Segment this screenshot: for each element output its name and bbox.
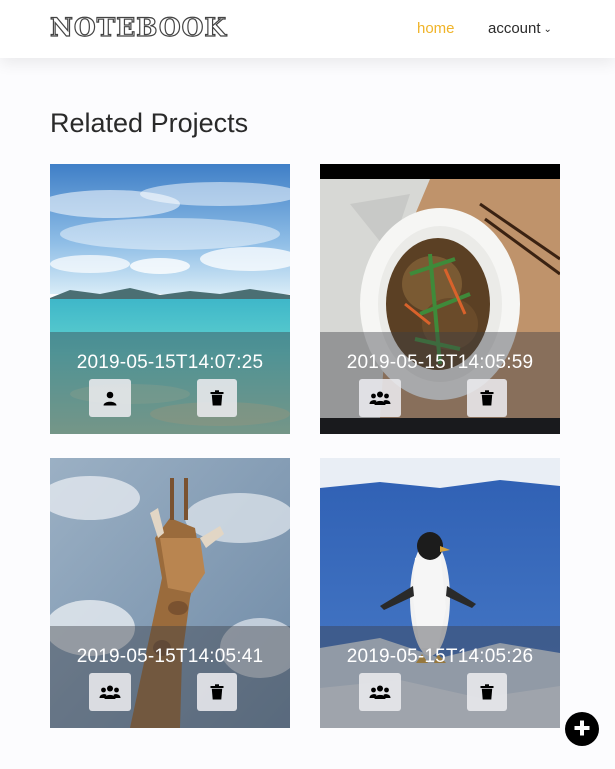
group-icon xyxy=(369,684,391,700)
card-overlay: 2019-05-15T14:05:26 xyxy=(320,626,560,728)
project-card[interactable]: 2019-05-15T14:05:59 xyxy=(320,164,560,434)
project-card[interactable]: 2019-05-15T14:05:26 xyxy=(320,458,560,728)
share-button[interactable] xyxy=(359,379,401,417)
delete-button[interactable] xyxy=(197,379,237,417)
logo[interactable]: NOTEBOOK xyxy=(49,12,227,42)
card-overlay: 2019-05-15T14:05:41 xyxy=(50,626,290,728)
nav-account-dropdown[interactable]: account ⌄ xyxy=(488,20,552,37)
share-button[interactable] xyxy=(89,379,131,417)
project-timestamp: 2019-05-15T14:05:26 xyxy=(346,646,534,667)
project-timestamp: 2019-05-15T14:07:25 xyxy=(76,352,264,373)
plus-icon xyxy=(573,719,591,740)
navbar: NOTEBOOK home account ⌄ xyxy=(0,0,615,58)
group-icon xyxy=(369,390,391,406)
trash-icon xyxy=(210,684,224,700)
project-timestamp: 2019-05-15T14:05:59 xyxy=(346,352,534,373)
group-icon xyxy=(99,684,121,700)
add-project-button[interactable] xyxy=(565,712,599,746)
share-button[interactable] xyxy=(359,673,401,711)
card-overlay: 2019-05-15T14:07:25 xyxy=(50,332,290,434)
project-card[interactable]: 2019-05-15T14:05:41 xyxy=(50,458,290,728)
delete-button[interactable] xyxy=(467,673,507,711)
trash-icon xyxy=(480,390,494,406)
nav-account-label: account xyxy=(488,20,541,37)
person-icon xyxy=(102,390,118,406)
delete-button[interactable] xyxy=(467,379,507,417)
trash-icon xyxy=(210,390,224,406)
chevron-down-icon: ⌄ xyxy=(543,24,552,35)
page-title: Related Projects xyxy=(50,108,249,138)
share-button[interactable] xyxy=(89,673,131,711)
project-card[interactable]: 2019-05-15T14:07:25 xyxy=(50,164,290,434)
project-timestamp: 2019-05-15T14:05:41 xyxy=(76,646,264,667)
delete-button[interactable] xyxy=(197,673,237,711)
card-overlay: 2019-05-15T14:05:59 xyxy=(320,332,560,434)
nav-home-link[interactable]: home xyxy=(417,20,455,37)
trash-icon xyxy=(480,684,494,700)
